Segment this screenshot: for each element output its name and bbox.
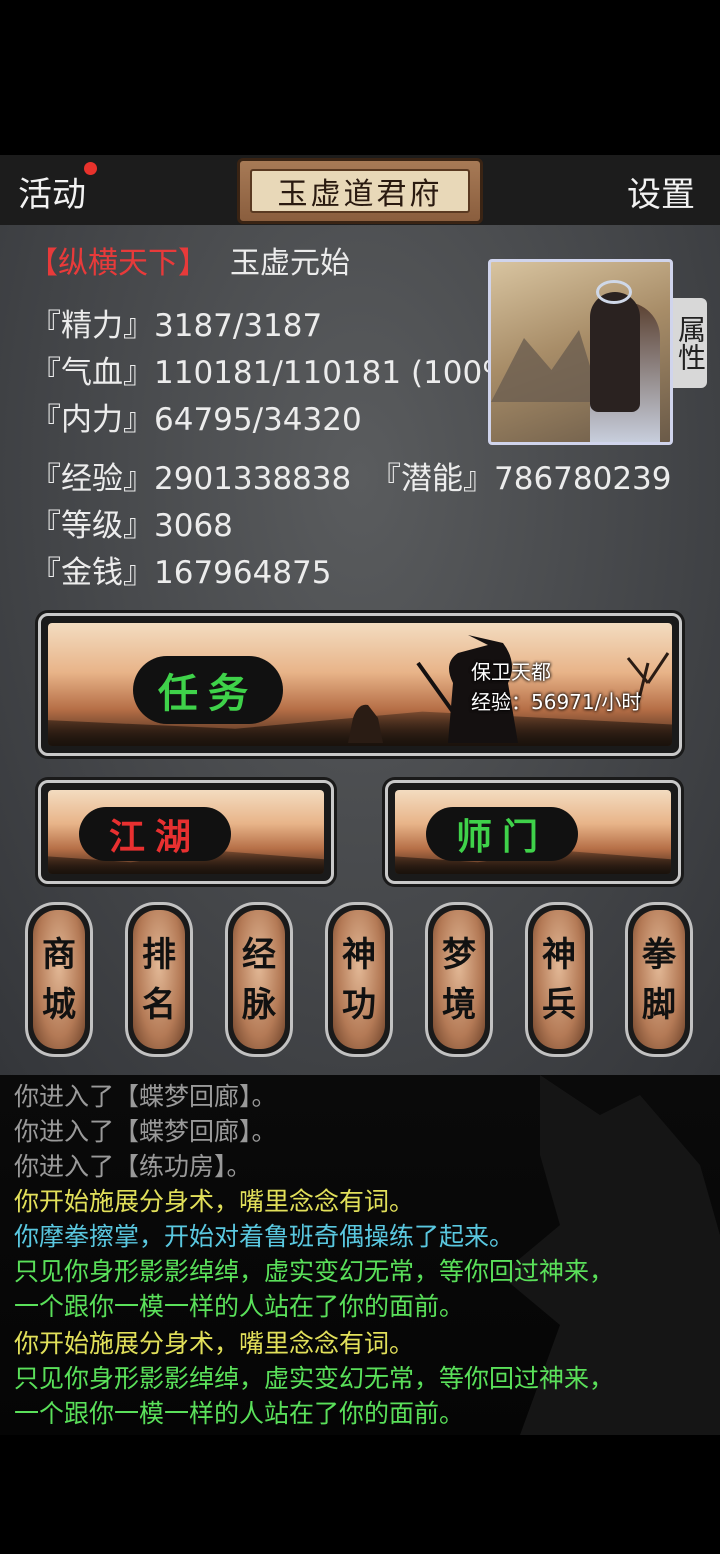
jianghu-label-text: 江湖 <box>108 816 201 858</box>
menu-divine-skill[interactable]: 神功 <box>325 902 393 1057</box>
log-line: 你进入了【蝶梦回廊】。 <box>14 1082 277 1111</box>
menu-dreamland[interactable]: 梦境 <box>425 902 493 1057</box>
stat-internal: 『内力』64795/34320 <box>30 402 362 438</box>
log-line: 只见你身形影影绰绰，虚实变幻无常，等你回过神来， <box>14 1364 615 1393</box>
menu-meridians-label: 经脉 <box>233 910 285 1049</box>
avatar[interactable] <box>488 259 673 445</box>
log-line: 你开始施展分身术，嘴里念念有词。 <box>14 1329 415 1358</box>
player-name: 玉虚元始 <box>230 246 350 281</box>
log-line: 你摩拳擦掌，开始对着鲁班奇偶操练了起来。 <box>14 1222 515 1251</box>
notification-dot <box>84 162 97 175</box>
shimen-button[interactable]: 师门 <box>385 780 681 884</box>
menu-divine-weapon-label: 神兵 <box>533 910 585 1049</box>
menu-fist[interactable]: 拳脚 <box>625 902 693 1057</box>
shimen-label: 师门 <box>426 807 578 861</box>
stat-hp: 『气血』110181/110181 (100% <box>30 355 490 391</box>
portrait-halo <box>596 280 632 304</box>
quest-label: 任务 <box>133 656 283 724</box>
stat-level: 『等级』3068 <box>30 508 233 544</box>
quest-info-title: 保卫天都 <box>471 660 551 684</box>
jianghu-label: 江湖 <box>79 807 231 861</box>
stat-potential: 『潜能』786780239 <box>370 461 672 497</box>
activity-button[interactable]: 活动 <box>18 167 86 216</box>
shimen-label-text: 师门 <box>455 816 548 858</box>
menu-shop-label: 商城 <box>33 910 85 1049</box>
menu-divine-weapon[interactable]: 神兵 <box>525 902 593 1057</box>
attributes-tab[interactable]: 属性 <box>673 298 707 388</box>
menu-ranking[interactable]: 排名 <box>125 902 193 1057</box>
menu-meridians[interactable]: 经脉 <box>225 902 293 1057</box>
message-log[interactable]: 你进入了【蝶梦回廊】。 你进入了【蝶梦回廊】。 你进入了【练功房】。 你开始施展… <box>0 1075 720 1435</box>
location-title: 玉虚道君府 <box>250 169 470 213</box>
quest-button[interactable]: 任务 保卫天都 经验：56971/小时 <box>38 613 682 756</box>
log-line: 你进入了【蝶梦回廊】。 <box>14 1117 277 1146</box>
log-line: 一个跟你一模一样的人站在了你的面前。 <box>14 1292 465 1321</box>
quest-info-exp: 经验：56971/小时 <box>471 690 642 714</box>
menu-divine-skill-label: 神功 <box>333 910 385 1049</box>
portrait-mountains <box>491 330 601 402</box>
location-plaque: 玉虚道君府 <box>237 158 483 224</box>
menu-dreamland-label: 梦境 <box>433 910 485 1049</box>
menu-shop[interactable]: 商城 <box>25 902 93 1057</box>
jianghu-button[interactable]: 江湖 <box>38 780 334 884</box>
quest-label-text: 任务 <box>158 670 258 717</box>
stat-exp: 『经验』2901338838 <box>30 461 352 497</box>
log-line: 你开始施展分身术，嘴里念念有词。 <box>14 1187 415 1216</box>
log-line: 一个跟你一模一样的人站在了你的面前。 <box>14 1399 465 1428</box>
log-line: 只见你身形影影绰绰，虚实变幻无常，等你回过神来， <box>14 1257 615 1286</box>
settings-button[interactable]: 设置 <box>627 167 695 216</box>
stat-money: 『金钱』167964875 <box>30 555 332 591</box>
log-line: 你进入了【练功房】。 <box>14 1152 252 1181</box>
menu-ranking-label: 排名 <box>133 910 185 1049</box>
sect-name: 【纵横天下】 <box>28 246 208 281</box>
menu-fist-label: 拳脚 <box>633 910 685 1049</box>
portrait-hair <box>590 292 640 412</box>
stat-energy: 『精力』3187/3187 <box>30 308 323 344</box>
